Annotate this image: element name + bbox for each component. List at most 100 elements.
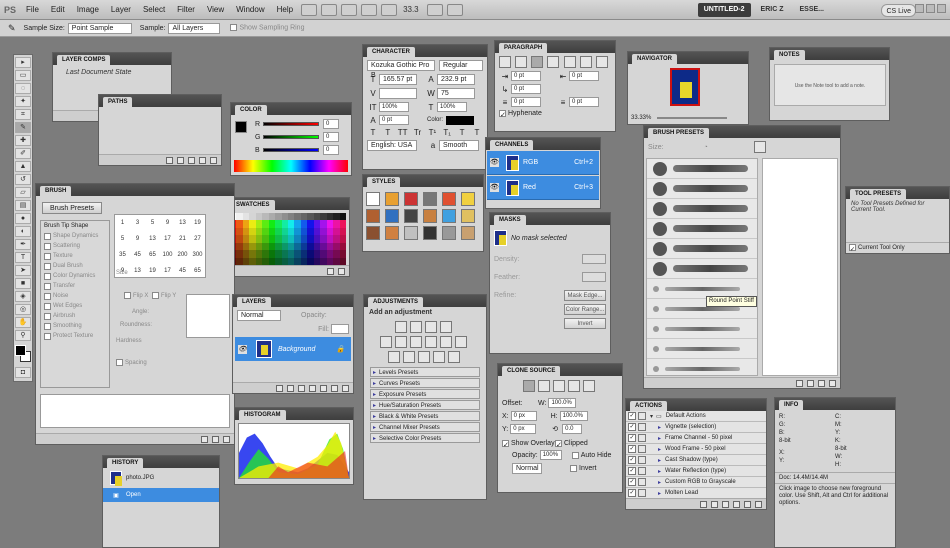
brush-tip[interactable]: 5 — [145, 215, 160, 231]
layer-background[interactable]: 👁 Background 🔒 — [235, 337, 351, 361]
brush-tip[interactable]: 19 — [145, 263, 160, 279]
overlay-mode-select[interactable]: Normal — [512, 463, 542, 474]
action-check[interactable]: ✓ — [628, 489, 636, 497]
feather-input[interactable] — [582, 272, 606, 282]
style-swatch[interactable] — [442, 226, 456, 240]
invert-mask-button[interactable]: Invert — [564, 318, 606, 329]
tool-presets-tab[interactable]: TOOL PRESETS — [850, 189, 907, 199]
brush-delete-icon[interactable] — [223, 435, 230, 443]
delete-swatch-icon[interactable] — [338, 267, 345, 275]
zoom-icon[interactable] — [381, 3, 398, 16]
action-item[interactable]: ✓ ▸ Cast Shadow (type) — [626, 455, 766, 466]
brush-preset-item[interactable] — [647, 239, 757, 259]
brush-tip[interactable]: 300 — [190, 247, 205, 263]
overlay-opacity-input[interactable]: 100% — [539, 450, 562, 460]
brush-tip[interactable]: 27 — [190, 231, 205, 247]
menu-window[interactable]: Window — [230, 0, 270, 20]
flip-y-option[interactable]: Flip Y — [152, 292, 176, 299]
action-expand-icon[interactable]: ▸ — [658, 435, 661, 442]
color-swatch[interactable] — [339, 227, 346, 236]
color-r-input[interactable]: 0 — [323, 119, 339, 129]
brush-toggle-icon[interactable] — [201, 435, 208, 443]
brush-tip[interactable]: 35 — [115, 247, 130, 263]
action-dialog-toggle[interactable] — [638, 478, 646, 486]
brush-option-checkbox[interactable] — [44, 322, 51, 330]
swatch-grid[interactable] — [230, 213, 346, 265]
color-balance-icon[interactable] — [410, 336, 422, 348]
space-after-input[interactable]: 0 pt — [569, 97, 599, 107]
brush-tip[interactable]: 13 — [175, 215, 190, 231]
character-tab[interactable]: CHARACTER — [367, 47, 415, 57]
visibility-eye-icon[interactable]: 👁 — [238, 344, 247, 354]
style-swatch[interactable] — [423, 192, 437, 206]
stop-action-icon[interactable] — [700, 500, 707, 508]
maximize-button[interactable] — [926, 4, 935, 13]
eyedropper-tool-icon[interactable]: ✎ — [15, 122, 31, 133]
brush-tip[interactable]: 21 — [175, 231, 190, 247]
color-swatch[interactable] — [339, 213, 346, 221]
new-layer-icon[interactable] — [331, 384, 338, 392]
history-tab[interactable]: HISTORY — [107, 458, 144, 468]
menu-filter[interactable]: Filter — [171, 0, 201, 20]
vertical-scale-input[interactable]: 100% — [379, 102, 409, 112]
action-expand-icon[interactable]: ▸ — [658, 479, 661, 486]
action-dialog-toggle[interactable] — [638, 445, 646, 453]
preset-view-icon[interactable] — [796, 379, 803, 387]
workspace-untitled[interactable]: UNTITLED-2 — [697, 2, 751, 17]
style-swatch[interactable] — [385, 226, 399, 240]
masks-tab[interactable]: MASKS — [494, 215, 526, 225]
exposure-icon[interactable] — [440, 321, 452, 333]
style-swatch[interactable] — [385, 192, 399, 206]
channel-rgb-eye-icon[interactable]: 👁 — [490, 158, 499, 167]
clone-source-4-icon[interactable] — [567, 380, 580, 392]
delete-action-icon[interactable] — [755, 500, 762, 508]
brush-preset-item[interactable] — [647, 339, 757, 359]
new-adjustment-icon[interactable] — [309, 384, 316, 392]
minimize-button[interactable] — [915, 4, 924, 13]
color-swatch[interactable] — [339, 235, 346, 243]
levels-icon[interactable] — [410, 321, 422, 333]
action-set-default[interactable]: ✓ ▾ ▭ Default Actions — [626, 411, 766, 422]
align-left-icon[interactable] — [499, 56, 511, 68]
action-expand-icon[interactable]: ▸ — [658, 468, 661, 475]
kerning-input[interactable] — [379, 88, 417, 99]
invert-overlay-checkbox[interactable] — [570, 465, 577, 472]
fill-input[interactable] — [331, 324, 349, 334]
dodge-tool-icon[interactable]: ◐ — [15, 226, 31, 237]
clone-y-input[interactable]: 0 px — [510, 424, 537, 434]
threshold-icon[interactable] — [417, 351, 430, 363]
clone-source-5-icon[interactable] — [582, 380, 595, 392]
brush-tip[interactable]: 17 — [160, 231, 175, 247]
channel-mixer-icon[interactable] — [455, 336, 467, 348]
subscript-icon[interactable]: T₁ — [441, 128, 453, 137]
small-caps-icon[interactable]: Tr — [412, 128, 424, 137]
current-tool-only[interactable]: ✓ Current Tool Only — [846, 242, 949, 253]
3d-orbit-tool-icon[interactable]: ◎ — [15, 304, 31, 315]
brush-option-item[interactable]: Airbrush — [41, 311, 109, 321]
lasso-tool-icon[interactable]: ◌ — [15, 83, 31, 94]
bw-icon[interactable] — [425, 336, 437, 348]
navigator-zoom-slider[interactable] — [657, 117, 728, 119]
brush-option-checkbox[interactable] — [44, 292, 51, 300]
action-dialog-toggle[interactable] — [638, 434, 646, 442]
brightness-icon[interactable] — [395, 321, 407, 333]
brush-option-checkbox[interactable] — [44, 312, 51, 320]
brush-option-checkbox[interactable] — [44, 242, 51, 250]
menu-help[interactable]: Help — [271, 0, 299, 20]
clone-w-input[interactable]: 100.0% — [548, 398, 577, 408]
action-expand-icon[interactable]: ▸ — [658, 490, 661, 497]
brush-preview-shape[interactable] — [186, 294, 230, 338]
menu-layer[interactable]: Layer — [105, 0, 137, 20]
align-right-icon[interactable] — [531, 56, 544, 68]
style-swatch[interactable] — [404, 209, 418, 223]
foreground-color-swatch[interactable] — [15, 345, 26, 356]
color-swatch[interactable] — [339, 220, 346, 228]
stroke-path-icon[interactable] — [177, 156, 184, 164]
flip-x-option[interactable]: Flip X — [124, 292, 148, 299]
notes-area[interactable]: Use the Note tool to add a note. — [774, 64, 886, 106]
channels-tab[interactable]: CHANNELS — [490, 140, 534, 150]
histogram-tab[interactable]: HISTOGRAM — [239, 410, 286, 420]
mask-edge-button[interactable]: Mask Edge... — [564, 290, 606, 301]
layer-comps-state[interactable]: Last Document State — [61, 67, 171, 78]
healing-tool-icon[interactable]: ✚ — [15, 135, 31, 146]
